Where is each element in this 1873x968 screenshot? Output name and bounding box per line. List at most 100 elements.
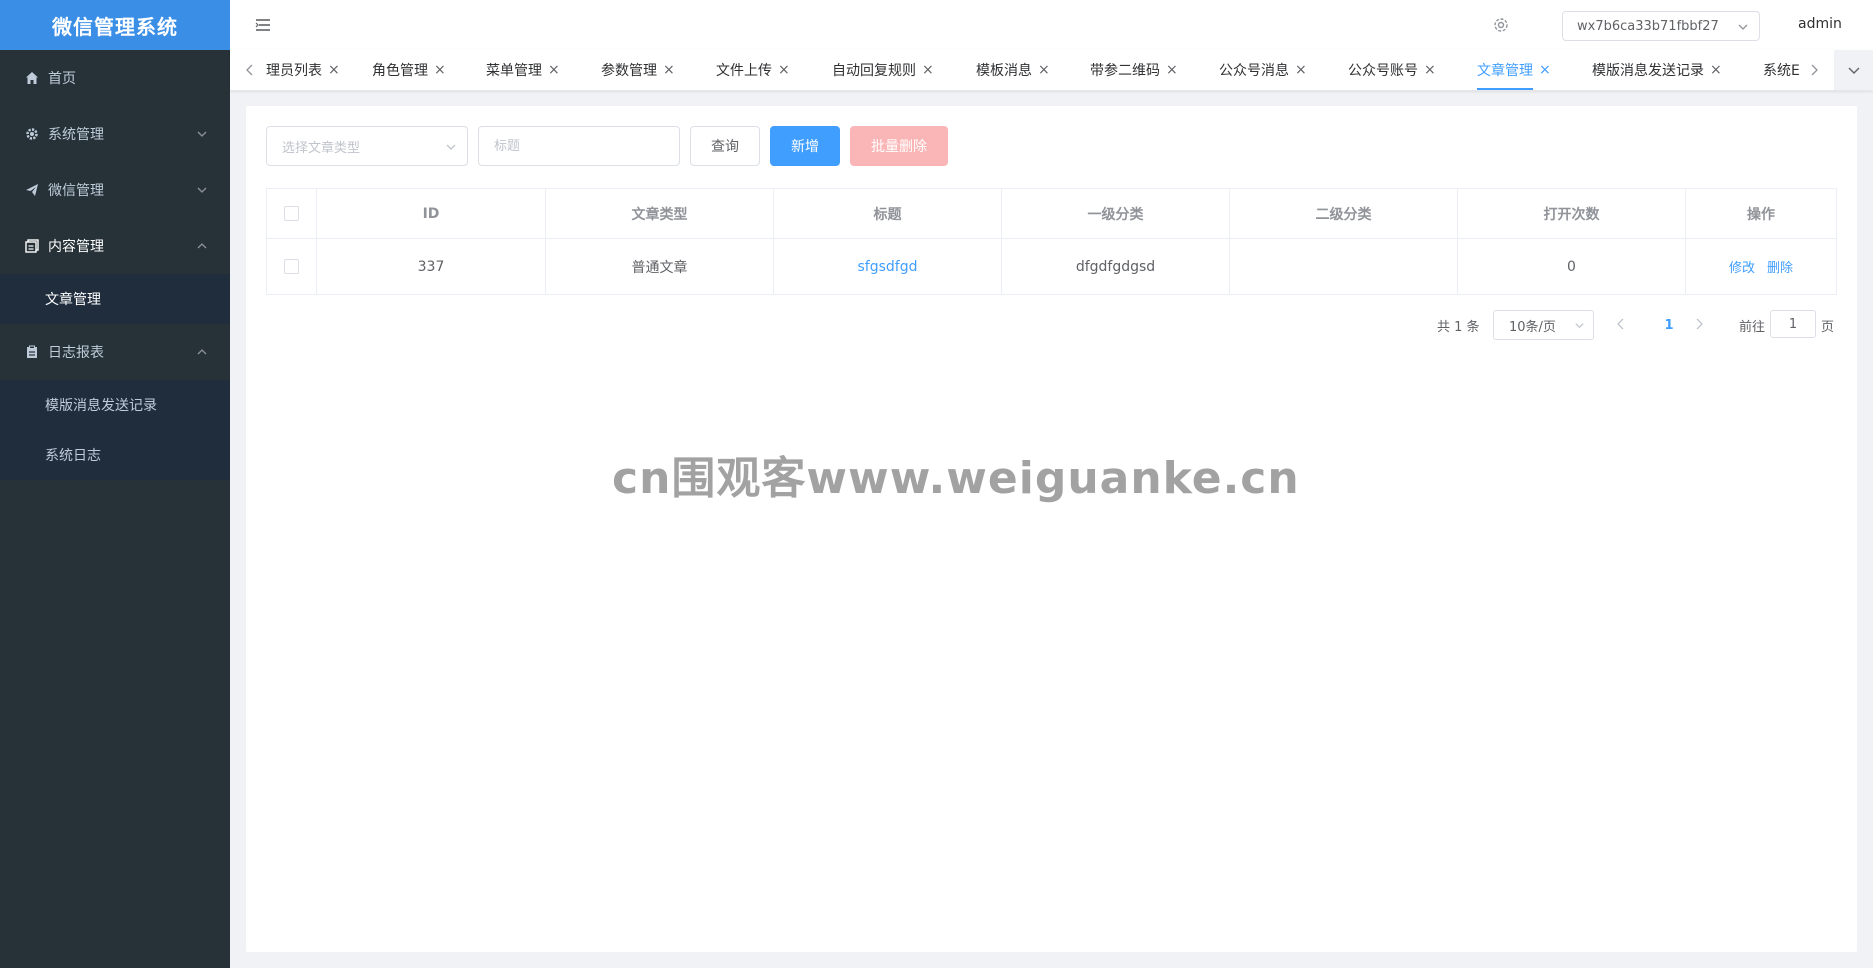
query-button[interactable]: 查询: [690, 126, 760, 166]
tab-auto-reply[interactable]: 自动回复规则 ×: [832, 50, 934, 90]
tab-mp-message[interactable]: 公众号消息 ×: [1219, 50, 1307, 90]
sidebar-item-label: 首页: [48, 71, 76, 87]
chevron-down-icon: [1738, 24, 1748, 30]
close-icon[interactable]: ×: [1295, 62, 1307, 78]
edit-link[interactable]: 修改: [1729, 257, 1755, 276]
chevron-down-icon: [1848, 67, 1859, 74]
close-icon[interactable]: ×: [663, 62, 675, 78]
title-input[interactable]: [478, 126, 680, 166]
sidebar-item-articles[interactable]: 文章管理: [0, 274, 230, 324]
tab-label: 文件上传: [716, 63, 772, 79]
tab-admin-list[interactable]: 理员列表 ×: [266, 50, 340, 90]
tab-system-log[interactable]: 系统E: [1763, 50, 1800, 90]
user-menu[interactable]: admin: [1798, 16, 1842, 32]
tab-role[interactable]: 角色管理 ×: [372, 50, 446, 90]
sidebar-item-content[interactable]: 内容管理: [0, 218, 230, 274]
gear-icon: [24, 126, 40, 142]
sidebar-item-wechat[interactable]: 微信管理: [0, 162, 230, 218]
column-header: ID: [317, 189, 546, 238]
sidebar: 微信管理系统 首页 系统管理 微信管理 内容管理 文章管理 日志报表 模版消息发…: [0, 0, 230, 968]
batch-delete-button[interactable]: 批量删除: [850, 126, 948, 166]
page-number-1[interactable]: 1: [1654, 310, 1684, 340]
chevron-up-icon: [197, 243, 207, 249]
chevron-up-icon: [197, 349, 207, 355]
clipboard-icon: [24, 344, 40, 360]
sidebar-item-logs[interactable]: 日志报表: [0, 324, 230, 380]
content-card: 选择文章类型 查询 新增 批量删除 ID 文章类型 标题 一级分类 二级分类 打…: [246, 106, 1857, 952]
tab-template-log[interactable]: 模版消息发送记录 ×: [1592, 50, 1722, 90]
prev-page-icon[interactable]: [1614, 317, 1628, 331]
delete-link[interactable]: 删除: [1767, 257, 1793, 276]
close-icon[interactable]: ×: [778, 62, 790, 78]
tab-label: 公众号消息: [1219, 63, 1289, 79]
sidebar-item-label: 日志报表: [48, 345, 104, 361]
close-icon[interactable]: ×: [922, 62, 934, 78]
sidebar-item-system[interactable]: 系统管理: [0, 106, 230, 162]
goto-suffix: 页: [1821, 319, 1835, 335]
article-title-link[interactable]: sfgsdfgd: [858, 259, 918, 275]
hamburger-icon[interactable]: [254, 16, 272, 34]
article-type-placeholder: 选择文章类型: [282, 140, 361, 156]
page-size-select[interactable]: 10条/页: [1493, 310, 1594, 340]
top-header: wx7b6ca33b71fbbf27 admin: [230, 0, 1873, 50]
article-type-select[interactable]: 选择文章类型: [266, 126, 468, 166]
next-page-icon[interactable]: [1692, 317, 1706, 331]
goto-page-input[interactable]: [1770, 310, 1816, 338]
close-icon[interactable]: ×: [1038, 62, 1050, 78]
tab-label: 模板消息: [976, 63, 1032, 79]
row-checkbox[interactable]: [284, 259, 299, 274]
submenu-logs: 模版消息发送记录 系统日志: [0, 380, 230, 480]
select-all-checkbox[interactable]: [284, 206, 299, 221]
app-logo: 微信管理系统: [0, 0, 230, 50]
close-icon[interactable]: ×: [434, 62, 446, 78]
sidebar-item-system-log[interactable]: 系统日志: [0, 430, 230, 480]
chevron-left-icon[interactable]: [242, 62, 258, 78]
tab-label: 文章管理: [1477, 63, 1533, 79]
tabs-dropdown[interactable]: [1834, 50, 1873, 90]
goto-label: 前往: [1739, 319, 1766, 335]
tabs-bar: 理员列表 × 角色管理 × 菜单管理 × 参数管理 × 文件上传 × 自动回复规则 × 模板…: [230, 50, 1873, 91]
home-icon: [24, 70, 40, 86]
column-header: 打开次数: [1458, 189, 1686, 238]
pagination-total: 共 1 条: [1437, 319, 1480, 335]
tab-label: 系统E: [1763, 63, 1800, 79]
chevron-down-icon: [197, 131, 207, 137]
tab-label: 菜单管理: [486, 63, 542, 79]
chevron-down-icon: [446, 144, 456, 150]
close-icon[interactable]: ×: [1424, 62, 1436, 78]
tab-menu[interactable]: 菜单管理 ×: [486, 50, 560, 90]
close-icon[interactable]: ×: [548, 62, 560, 78]
watermark: cn围观客www.weiguanke.cn: [612, 453, 1300, 504]
gear-icon[interactable]: [1492, 16, 1510, 34]
submenu-content: 文章管理: [0, 274, 230, 324]
cell-id: 337: [317, 239, 546, 294]
tab-template[interactable]: 模板消息 ×: [976, 50, 1050, 90]
appid-select[interactable]: wx7b6ca33b71fbbf27: [1562, 11, 1760, 41]
sidebar-item-home[interactable]: 首页: [0, 50, 230, 106]
tab-mp-account[interactable]: 公众号账号 ×: [1348, 50, 1436, 90]
close-icon[interactable]: ×: [1710, 62, 1722, 78]
sidebar-item-template-log[interactable]: 模版消息发送记录: [0, 380, 230, 430]
chevron-down-icon: [197, 187, 207, 193]
sidebar-item-label: 系统管理: [48, 127, 104, 143]
tab-articles[interactable]: 文章管理 ×: [1477, 50, 1551, 90]
tab-label: 模版消息发送记录: [1592, 63, 1704, 79]
cell-title: sfgsdfgd: [774, 239, 1002, 294]
cell-open-count: 0: [1458, 239, 1686, 294]
column-header: 操作: [1747, 206, 1775, 223]
close-icon[interactable]: ×: [328, 62, 340, 78]
chevron-right-icon[interactable]: [1806, 62, 1822, 78]
close-icon[interactable]: ×: [1539, 62, 1551, 78]
column-header: 文章类型: [546, 189, 774, 238]
cell-actions: 修改 删除: [1686, 239, 1836, 294]
tab-upload[interactable]: 文件上传 ×: [716, 50, 790, 90]
cell-type: 普通文章: [546, 239, 774, 294]
document-icon: [24, 238, 40, 254]
sidebar-item-label: 微信管理: [48, 183, 104, 199]
row-select-cell: [267, 239, 317, 294]
close-icon[interactable]: ×: [1166, 62, 1178, 78]
tab-params[interactable]: 参数管理 ×: [601, 50, 675, 90]
table-row: 337 普通文章 sfgsdfgd dfgdfgdgsd 0 修改 删除: [267, 239, 1836, 294]
tab-qrcode[interactable]: 带参二维码 ×: [1090, 50, 1178, 90]
add-button[interactable]: 新增: [770, 126, 840, 166]
